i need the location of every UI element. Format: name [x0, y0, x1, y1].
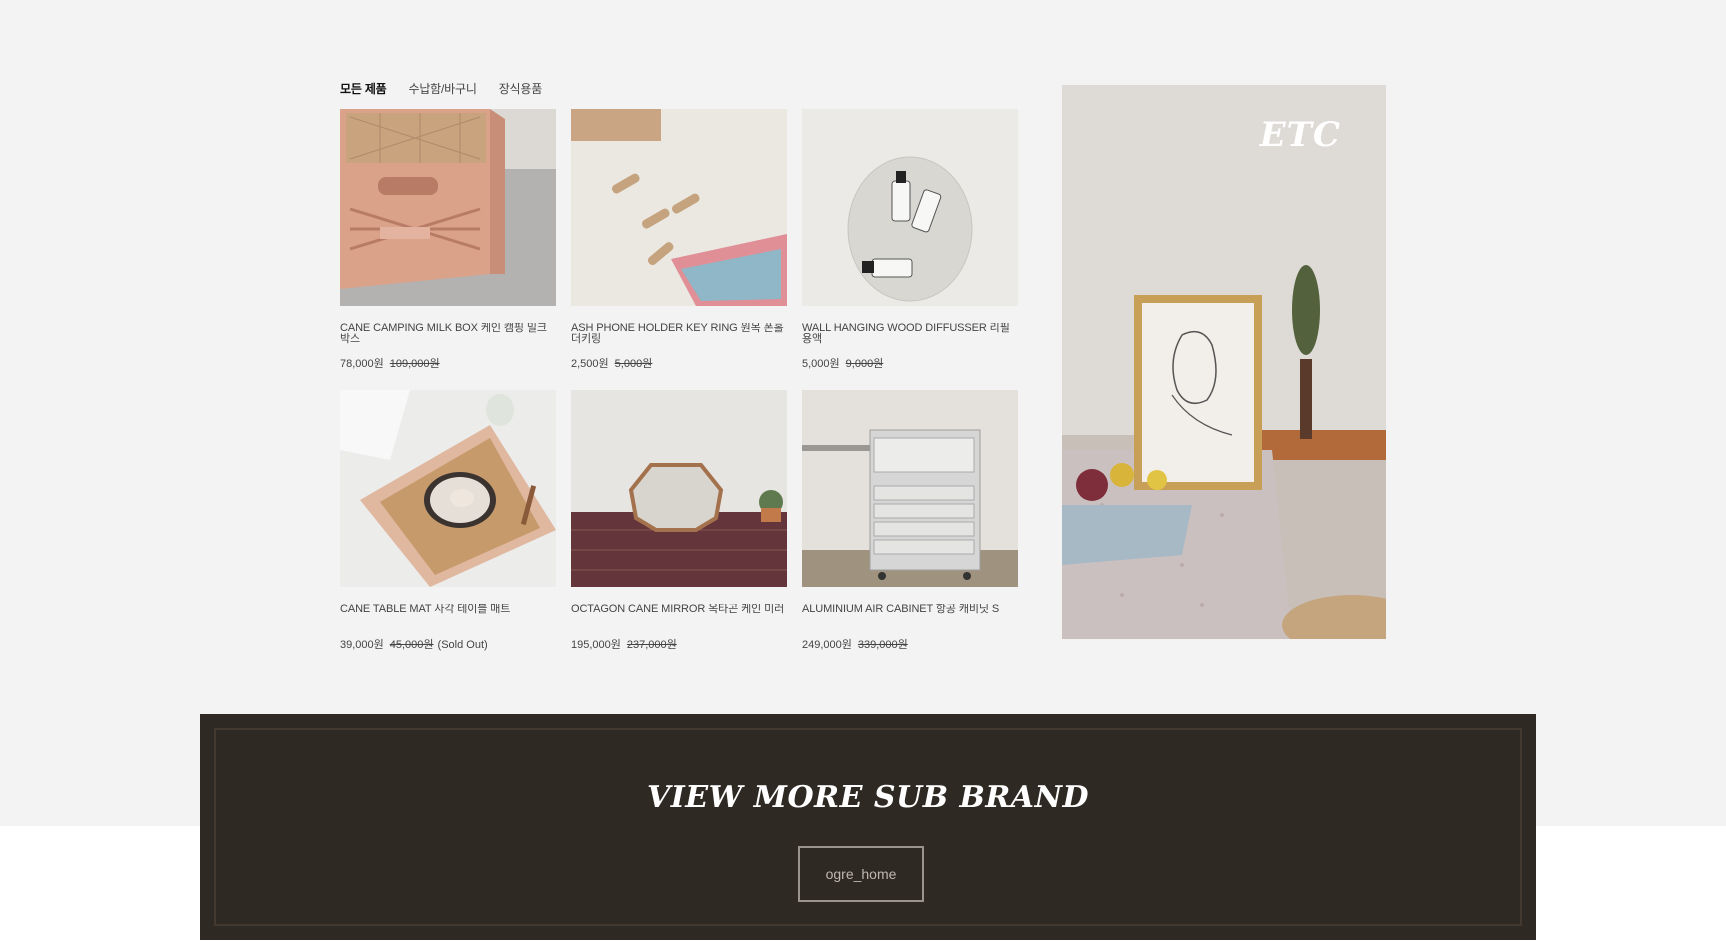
etc-banner-title: ETC [1259, 115, 1341, 155]
product-name[interactable]: ALUMINIUM AIR CABINET 항공 캐비닛 S [802, 604, 1018, 628]
product-card[interactable]: CANE CAMPING MILK BOX 케인 캠핑 밀크박스 78,000원… [340, 109, 556, 390]
tab-storage-basket[interactable]: 수납함/바구니 [409, 80, 477, 97]
tab-all-products[interactable]: 모든 제품 [340, 80, 387, 97]
sub-brand-frame: VIEW MORE SUB BRAND ogre_home [214, 728, 1522, 926]
product-image[interactable] [340, 109, 556, 306]
original-price: 45,000원 [389, 639, 434, 651]
sale-price: 195,000원 [571, 639, 621, 651]
product-prices: 195,000원 237,000원 [571, 636, 787, 652]
sub-brand-section: VIEW MORE SUB BRAND ogre_home [200, 714, 1536, 940]
product-card[interactable]: CANE TABLE MAT 사각 테이블 매트 39,000원 45,000원(… [340, 390, 556, 671]
etc-banner[interactable]: ETC [1062, 85, 1386, 639]
stock-note: (Sold Out) [437, 639, 488, 651]
product-image[interactable] [802, 109, 1018, 306]
product-prices: 249,000원 339,000원 [802, 636, 1018, 652]
product-name[interactable]: CANE TABLE MAT 사각 테이블 매트 [340, 604, 556, 628]
product-prices: 5,000원 9,000원 [802, 355, 1018, 371]
product-prices: 39,000원 45,000원 (Sold Out) [340, 636, 556, 652]
product-name[interactable]: OCTAGON CANE MIRROR 옥타곤 케인 미러 [571, 604, 787, 628]
etc-banner-image [1062, 85, 1386, 639]
product-card[interactable]: ALUMINIUM AIR CABINET 항공 캐비닛 S 249,000원 3… [802, 390, 1018, 671]
original-price: 9,000원 [845, 358, 884, 370]
sale-price: 249,000원 [802, 639, 852, 651]
product-name[interactable]: WALL HANGING WOOD DIFFUSSER 리필용액 [802, 323, 1018, 347]
product-grid: CANE CAMPING MILK BOX 케인 캠핑 밀크박스 78,000원… [340, 109, 1018, 671]
sale-price: 78,000원 [340, 358, 384, 370]
original-price: 339,000원 [857, 639, 908, 651]
product-image[interactable] [571, 109, 787, 306]
product-name[interactable]: CANE CAMPING MILK BOX 케인 캠핑 밀크박스 [340, 323, 556, 347]
product-image[interactable] [340, 390, 556, 587]
product-name[interactable]: ASH PHONE HOLDER KEY RING 원목 폰홀더키링 [571, 323, 787, 347]
product-card[interactable]: WALL HANGING WOOD DIFFUSSER 리필용액 5,000원 9… [802, 109, 1018, 390]
product-card[interactable]: ASH PHONE HOLDER KEY RING 원목 폰홀더키링 2,500… [571, 109, 787, 390]
sale-price: 39,000원 [340, 639, 384, 651]
category-tabs: 모든 제품 수납함/바구니 장식용품 [340, 80, 542, 97]
sale-price: 2,500원 [571, 358, 609, 370]
sub-brand-button[interactable]: ogre_home [798, 846, 924, 902]
original-price: 5,000원 [614, 358, 653, 370]
product-image[interactable] [802, 390, 1018, 587]
product-prices: 78,000원 109,000원 [340, 355, 556, 371]
product-image[interactable] [571, 390, 787, 587]
product-card[interactable]: OCTAGON CANE MIRROR 옥타곤 케인 미러 195,000원 23… [571, 390, 787, 671]
product-prices: 2,500원 5,000원 [571, 355, 787, 371]
sale-price: 5,000원 [802, 358, 840, 370]
original-price: 109,000원 [389, 358, 440, 370]
original-price: 237,000원 [626, 639, 677, 651]
tab-decor[interactable]: 장식용품 [499, 80, 543, 97]
sub-brand-title: VIEW MORE SUB BRAND [646, 780, 1090, 815]
